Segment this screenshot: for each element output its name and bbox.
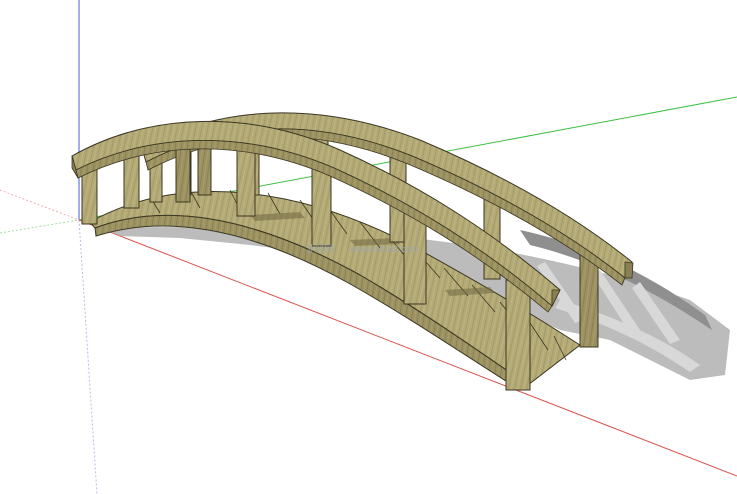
watermark-url: www.mfcad.com bbox=[350, 244, 419, 254]
blue-axis-hidden bbox=[78, 219, 98, 494]
red-axis-hidden bbox=[0, 189, 80, 221]
green-axis-hidden bbox=[0, 219, 80, 234]
sketchup-viewport[interactable]: 沐风网 www.mfcad.com bbox=[0, 0, 737, 494]
watermark-site-name: 沐风网 bbox=[306, 244, 334, 254]
watermark: 沐风网 www.mfcad.com bbox=[306, 242, 432, 255]
